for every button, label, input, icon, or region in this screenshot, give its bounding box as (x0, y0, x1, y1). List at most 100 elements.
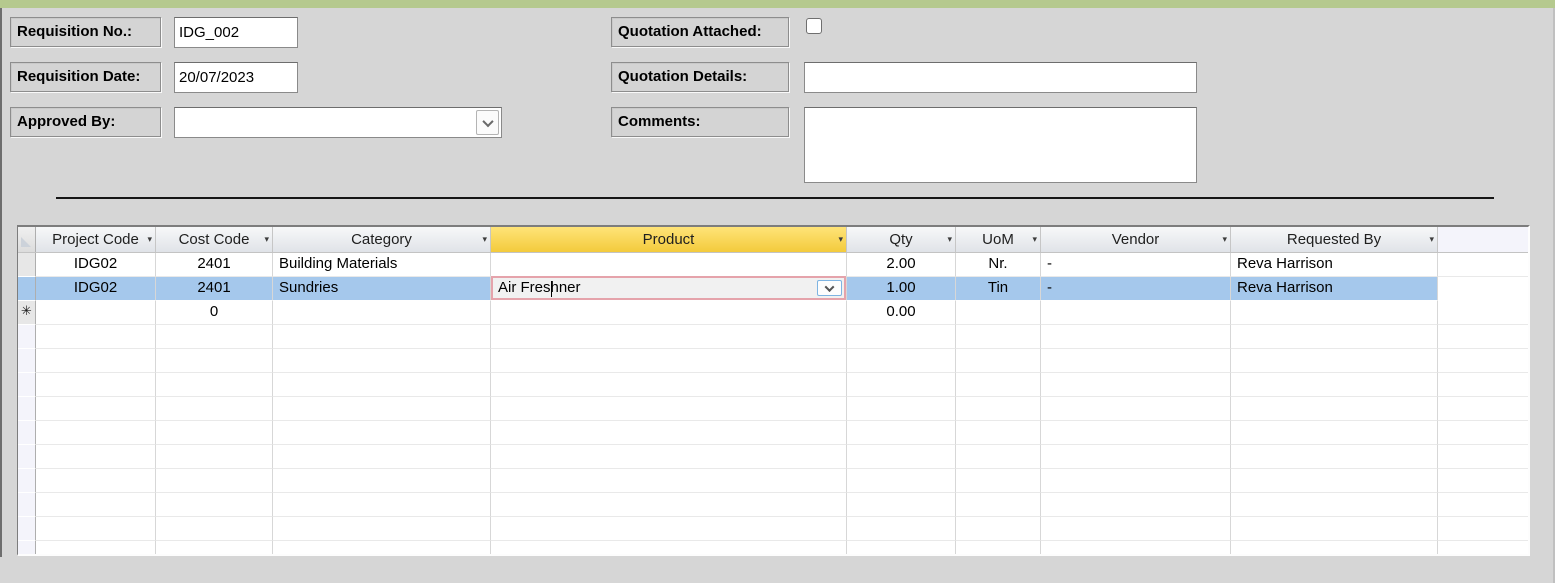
cell-empty[interactable] (36, 349, 156, 373)
cell-empty[interactable] (36, 445, 156, 469)
requisition-date-input[interactable] (174, 62, 298, 93)
cell-empty[interactable] (847, 397, 956, 421)
filter-dropdown-icon[interactable]: ▾ (1429, 227, 1434, 252)
cell-empty[interactable] (273, 397, 491, 421)
filter-dropdown-icon[interactable]: ▾ (147, 227, 152, 252)
cell-empty[interactable] (1041, 493, 1231, 517)
cell-empty[interactable] (847, 517, 956, 541)
cell-cost-code[interactable]: 2401 (156, 277, 273, 301)
cell-category[interactable]: Sundries (273, 277, 491, 301)
product-edit-combobox[interactable]: Air Freshner (491, 276, 846, 300)
new-record-selector[interactable]: ✳ (18, 301, 36, 325)
filter-dropdown-icon[interactable]: ▾ (1032, 227, 1037, 252)
cell-empty[interactable] (1231, 349, 1438, 373)
cell-empty[interactable] (273, 373, 491, 397)
cell-empty[interactable] (156, 493, 273, 517)
cell-product[interactable] (491, 301, 847, 325)
column-header-qty[interactable]: Qty ▾ (847, 227, 956, 252)
cell-vendor[interactable]: - (1041, 253, 1231, 277)
cell-category[interactable]: Building Materials (273, 253, 491, 277)
cell-empty[interactable] (36, 397, 156, 421)
cell-uom[interactable]: Nr. (956, 253, 1041, 277)
cell-empty[interactable] (847, 349, 956, 373)
quotation-attached-checkbox[interactable] (806, 18, 822, 34)
column-header-cost-code[interactable]: Cost Code ▾ (156, 227, 273, 252)
cell-vendor[interactable] (1041, 301, 1231, 325)
filter-dropdown-icon[interactable]: ▾ (1222, 227, 1227, 252)
cell-requested-by[interactable]: Reva Harrison (1231, 277, 1438, 301)
select-all-corner[interactable] (18, 227, 36, 252)
cell-product-editing[interactable]: Air Freshner (491, 276, 847, 301)
cell-empty[interactable] (1041, 397, 1231, 421)
filter-dropdown-icon[interactable]: ▾ (264, 227, 269, 252)
approved-by-combobox[interactable] (174, 107, 502, 138)
cell-empty[interactable] (847, 373, 956, 397)
cell-empty[interactable] (1231, 397, 1438, 421)
cell-empty[interactable] (1231, 373, 1438, 397)
cell-empty[interactable] (491, 469, 847, 493)
cell-cost-code[interactable]: 2401 (156, 253, 273, 277)
cell-empty[interactable] (491, 517, 847, 541)
cell-empty[interactable] (36, 421, 156, 445)
cell-empty[interactable] (156, 349, 273, 373)
cell-empty[interactable] (956, 397, 1041, 421)
cell-empty[interactable] (273, 445, 491, 469)
cell-empty[interactable] (36, 325, 156, 349)
column-header-project-code[interactable]: Project Code ▾ (36, 227, 156, 252)
approved-by-dropdown-button[interactable] (476, 110, 499, 135)
cell-empty[interactable] (1041, 445, 1231, 469)
cell-vendor[interactable]: - (1041, 277, 1231, 301)
cell-requested-by[interactable] (1231, 301, 1438, 325)
cell-empty[interactable] (847, 469, 956, 493)
cell-empty[interactable] (1231, 325, 1438, 349)
cell-empty[interactable] (36, 517, 156, 541)
cell-empty[interactable] (1041, 325, 1231, 349)
cell-project-code[interactable]: IDG02 (36, 277, 156, 301)
cell-empty[interactable] (956, 517, 1041, 541)
cell-empty[interactable] (491, 421, 847, 445)
cell-empty[interactable] (491, 349, 847, 373)
cell-empty[interactable] (491, 493, 847, 517)
cell-empty[interactable] (847, 445, 956, 469)
cell-empty[interactable] (273, 469, 491, 493)
cell-qty[interactable]: 2.00 (847, 253, 956, 277)
filter-dropdown-icon[interactable]: ▾ (482, 227, 487, 252)
column-header-vendor[interactable]: Vendor ▾ (1041, 227, 1231, 252)
cell-empty[interactable] (1231, 421, 1438, 445)
cell-empty[interactable] (1231, 541, 1438, 554)
column-header-uom[interactable]: UoM ▾ (956, 227, 1041, 252)
cell-empty[interactable] (1231, 469, 1438, 493)
cell-empty[interactable] (491, 373, 847, 397)
cell-empty[interactable] (956, 325, 1041, 349)
cell-qty[interactable]: 0.00 (847, 301, 956, 325)
cell-qty[interactable]: 1.00 (847, 277, 956, 301)
column-header-category[interactable]: Category ▾ (273, 227, 491, 252)
cell-empty[interactable] (36, 373, 156, 397)
row-selector-current[interactable] (18, 277, 36, 301)
cell-empty[interactable] (956, 541, 1041, 554)
product-dropdown-button[interactable] (817, 280, 842, 296)
quotation-details-input[interactable] (804, 62, 1197, 93)
cell-empty[interactable] (273, 325, 491, 349)
cell-requested-by[interactable]: Reva Harrison (1231, 253, 1438, 277)
row-selector[interactable] (18, 253, 36, 277)
filter-dropdown-icon[interactable]: ▾ (838, 227, 843, 252)
comments-textarea[interactable] (804, 107, 1197, 183)
cell-empty[interactable] (847, 541, 956, 554)
cell-empty[interactable] (36, 469, 156, 493)
cell-empty[interactable] (956, 493, 1041, 517)
cell-product[interactable] (491, 253, 847, 277)
cell-empty[interactable] (1041, 517, 1231, 541)
cell-empty[interactable] (1041, 469, 1231, 493)
cell-empty[interactable] (491, 541, 847, 554)
cell-uom[interactable] (956, 301, 1041, 325)
requisition-no-input[interactable] (174, 17, 298, 48)
cell-project-code[interactable] (36, 301, 156, 325)
cell-empty[interactable] (156, 445, 273, 469)
cell-empty[interactable] (273, 541, 491, 554)
cell-empty[interactable] (956, 469, 1041, 493)
cell-empty[interactable] (156, 325, 273, 349)
cell-empty[interactable] (956, 373, 1041, 397)
cell-empty[interactable] (847, 325, 956, 349)
cell-empty[interactable] (273, 349, 491, 373)
